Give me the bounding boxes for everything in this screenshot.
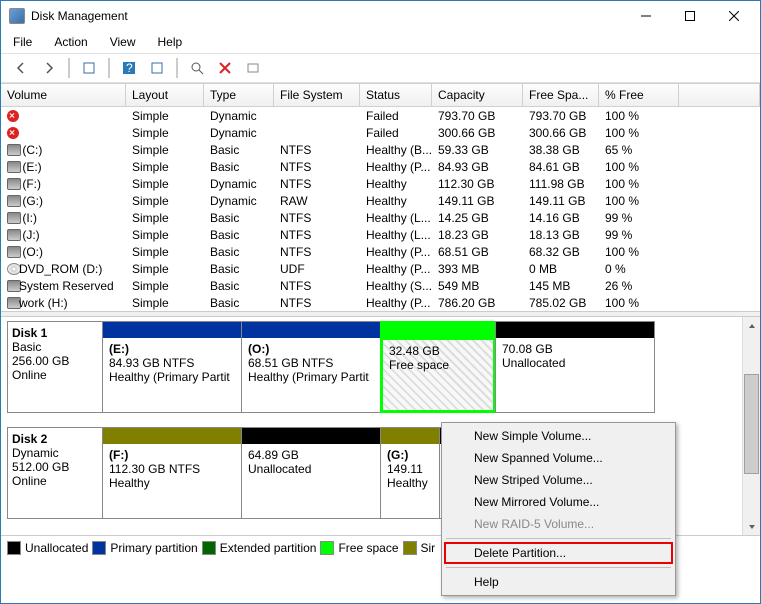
disk-title: Disk 2 — [12, 432, 98, 446]
toolbar: ? — [1, 53, 760, 83]
volume-name: (F:) — [19, 177, 41, 191]
title-bar: Disk Management — [1, 1, 760, 31]
ctx-new-mirrored-volume[interactable]: New Mirrored Volume... — [444, 491, 673, 513]
legend-extended: Extended partition — [220, 541, 317, 555]
refresh-button[interactable] — [145, 57, 169, 79]
disk-type: Basic — [12, 340, 98, 354]
volume-name: DVD_ROM (D:) — [19, 262, 102, 276]
toolbar-separator — [108, 58, 110, 78]
partition[interactable]: (G:)149.11Healthy — [380, 427, 440, 519]
disk-scrollbar[interactable] — [742, 317, 760, 535]
volume-row[interactable]: System ReservedSimpleBasicNTFSHealthy (S… — [1, 277, 760, 294]
volume-name: (I:) — [19, 211, 37, 225]
maximize-button[interactable] — [668, 2, 712, 30]
volume-row[interactable]: (J:)SimpleBasicNTFSHealthy (L...18.23 GB… — [1, 226, 760, 243]
ctx-new-raid5-volume: New RAID-5 Volume... — [444, 513, 673, 535]
volume-row[interactable]: (I:)SimpleBasicNTFSHealthy (L...14.25 GB… — [1, 209, 760, 226]
volume-row[interactable]: (F:)SimpleDynamicNTFSHealthy112.30 GB111… — [1, 175, 760, 192]
legend-swatch-extended — [202, 541, 216, 555]
volume-name: (C:) — [19, 143, 42, 157]
disk-type: Dynamic — [12, 446, 98, 460]
scroll-up-icon[interactable] — [743, 317, 760, 334]
disk-state: Online — [12, 474, 98, 488]
volume-row[interactable]: work (H:)SimpleBasicNTFSHealthy (P...786… — [1, 294, 760, 311]
volume-name: work (H:) — [19, 296, 68, 310]
app-icon — [9, 8, 25, 24]
legend-swatch-simple — [403, 541, 417, 555]
toolbar-separator — [68, 58, 70, 78]
ctx-new-simple-volume[interactable]: New Simple Volume... — [444, 425, 673, 447]
window-title: Disk Management — [31, 9, 624, 23]
legend-primary: Primary partition — [110, 541, 197, 555]
disk-partitions: (E:)84.93 GB NTFSHealthy (Primary Partit… — [103, 321, 740, 413]
ctx-new-spanned-volume[interactable]: New Spanned Volume... — [444, 447, 673, 469]
volume-row[interactable]: (O:)SimpleBasicNTFSHealthy (P...68.51 GB… — [1, 243, 760, 260]
header-type[interactable]: Type — [204, 84, 274, 106]
volume-list-header: Volume Layout Type File System Status Ca… — [1, 83, 760, 107]
ctx-delete-partition[interactable]: Delete Partition... — [444, 542, 673, 564]
header-volume[interactable]: Volume — [1, 84, 126, 106]
volume-name: (J:) — [19, 228, 40, 242]
partition[interactable]: (O:)68.51 GB NTFSHealthy (Primary Partit — [241, 321, 381, 413]
partition[interactable]: (F:)112.30 GB NTFSHealthy — [102, 427, 242, 519]
volume-row[interactable]: SimpleDynamicFailed300.66 GB300.66 GB100… — [1, 124, 760, 141]
menu-view[interactable]: View — [106, 33, 140, 51]
ctx-separator — [446, 567, 671, 568]
legend-simple: Sir — [421, 541, 436, 555]
menu-file[interactable]: File — [9, 33, 36, 51]
legend-swatch-primary — [92, 541, 106, 555]
disk-title: Disk 1 — [12, 326, 98, 340]
header-capacity[interactable]: Capacity — [432, 84, 523, 106]
properties-button[interactable] — [77, 57, 101, 79]
volume-name: (O:) — [19, 245, 43, 259]
header-file-system[interactable]: File System — [274, 84, 360, 106]
context-menu: New Simple Volume... New Spanned Volume.… — [441, 422, 676, 596]
disk-row: Disk 1 Basic 256.00 GB Online (E:)84.93 … — [7, 321, 740, 413]
menu-help[interactable]: Help — [154, 33, 187, 51]
menu-action[interactable]: Action — [50, 33, 91, 51]
legend-swatch-unallocated — [7, 541, 21, 555]
disk-size: 256.00 GB — [12, 354, 98, 368]
partition[interactable]: (E:)84.93 GB NTFSHealthy (Primary Partit — [102, 321, 242, 413]
back-button[interactable] — [9, 57, 33, 79]
ctx-new-striped-volume[interactable]: New Striped Volume... — [444, 469, 673, 491]
toolbar-separator — [176, 58, 178, 78]
list-button[interactable] — [241, 57, 265, 79]
explore-button[interactable] — [185, 57, 209, 79]
disk-header[interactable]: Disk 2 Dynamic 512.00 GB Online — [7, 427, 103, 519]
volume-row[interactable]: (C:)SimpleBasicNTFSHealthy (B...59.33 GB… — [1, 141, 760, 158]
ctx-separator — [446, 538, 671, 539]
ctx-help[interactable]: Help — [444, 571, 673, 593]
legend-unallocated: Unallocated — [25, 541, 88, 555]
disk-size: 512.00 GB — [12, 460, 98, 474]
header-status[interactable]: Status — [360, 84, 432, 106]
volume-name: (E:) — [19, 160, 42, 174]
partition[interactable]: 32.48 GBFree space — [380, 321, 496, 413]
volume-name: (G:) — [19, 194, 43, 208]
delete-button[interactable] — [213, 57, 237, 79]
header-pct-free[interactable]: % Free — [599, 84, 679, 106]
header-free-space[interactable]: Free Spa... — [523, 84, 599, 106]
partition[interactable]: 70.08 GBUnallocated — [495, 321, 655, 413]
header-spacer — [679, 84, 760, 106]
volume-name: System Reserved — [19, 279, 114, 293]
forward-button[interactable] — [37, 57, 61, 79]
volume-list[interactable]: SimpleDynamicFailed793.70 GB793.70 GB100… — [1, 107, 760, 311]
volume-row[interactable]: SimpleDynamicFailed793.70 GB793.70 GB100… — [1, 107, 760, 124]
legend-free: Free space — [338, 541, 398, 555]
svg-text:?: ? — [126, 61, 133, 75]
volume-row[interactable]: (E:)SimpleBasicNTFSHealthy (P...84.93 GB… — [1, 158, 760, 175]
help-button[interactable]: ? — [117, 57, 141, 79]
menu-bar: File Action View Help — [1, 31, 760, 53]
legend-swatch-free — [320, 541, 334, 555]
scroll-down-icon[interactable] — [743, 518, 760, 535]
volume-row[interactable]: (G:)SimpleDynamicRAWHealthy149.11 GB149.… — [1, 192, 760, 209]
close-button[interactable] — [712, 2, 756, 30]
partition[interactable]: 64.89 GBUnallocated — [241, 427, 381, 519]
minimize-button[interactable] — [624, 2, 668, 30]
volume-row[interactable]: DVD_ROM (D:)SimpleBasicUDFHealthy (P...3… — [1, 260, 760, 277]
disk-header[interactable]: Disk 1 Basic 256.00 GB Online — [7, 321, 103, 413]
header-layout[interactable]: Layout — [126, 84, 204, 106]
disk-state: Online — [12, 368, 98, 382]
